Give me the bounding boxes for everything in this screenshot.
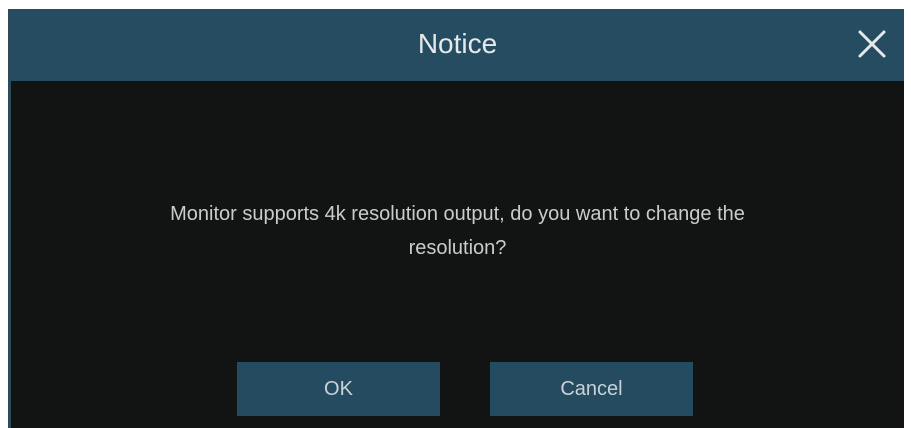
message-line-2: resolution? xyxy=(408,237,507,259)
dialog-titlebar: Notice xyxy=(11,9,904,81)
cancel-button[interactable]: Cancel xyxy=(490,362,693,416)
dialog-message: Monitor supports 4k resolution output, d… xyxy=(41,197,874,265)
close-icon xyxy=(856,28,888,60)
dialog-title: Notice xyxy=(417,28,498,59)
notice-dialog: Notice Monitor supports 4k resolution ou… xyxy=(8,9,904,428)
message-line-1: Monitor supports 4k resolution output, d… xyxy=(170,203,745,225)
ok-button[interactable]: OK xyxy=(237,362,440,416)
close-button[interactable] xyxy=(856,28,888,60)
